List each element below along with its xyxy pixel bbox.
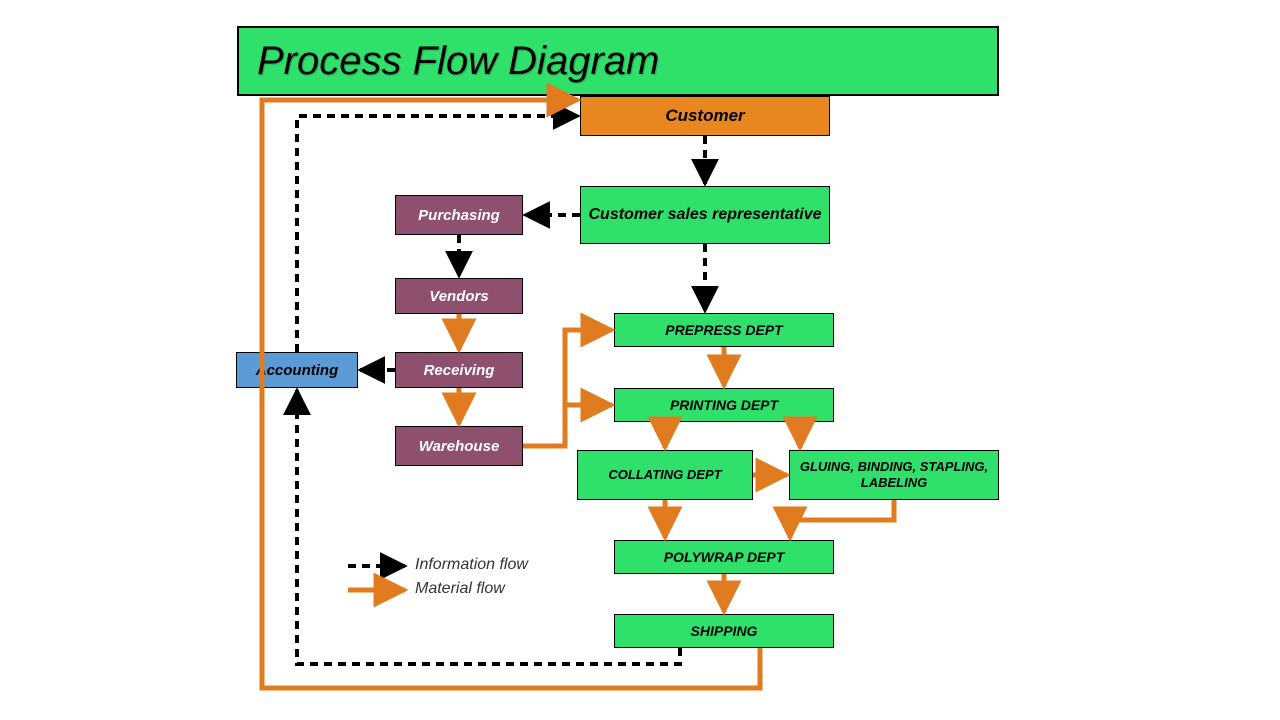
box-polywrap-dept: POLYWRAP DEPT — [614, 540, 834, 574]
box-warehouse: Warehouse — [395, 426, 523, 466]
box-customer-sales-representative: Customer sales representative — [580, 186, 830, 244]
flow-mat-warehouse-to-prepress — [523, 330, 612, 446]
legend-information-flow-label: Information flow — [415, 556, 528, 574]
box-printing-dept: PRINTING DEPT — [614, 388, 834, 422]
legend-material-flow-label: Material flow — [415, 580, 505, 598]
box-accounting: Accounting — [236, 352, 358, 388]
box-customer: Customer — [580, 96, 830, 136]
box-purchasing: Purchasing — [395, 195, 523, 235]
box-shipping: SHIPPING — [614, 614, 834, 648]
box-gluing-binding-stapling-labeling: GLUING, BINDING, STAPLING, LABELING — [789, 450, 999, 500]
flow-mat-gbs-to-polywrap — [790, 500, 894, 538]
box-prepress-dept: PREPRESS DEPT — [614, 313, 834, 347]
box-receiving: Receiving — [395, 352, 523, 388]
box-collating-dept: COLLATING DEPT — [577, 450, 753, 500]
box-vendors: Vendors — [395, 278, 523, 314]
title-bar: Process Flow Diagram — [237, 26, 999, 96]
